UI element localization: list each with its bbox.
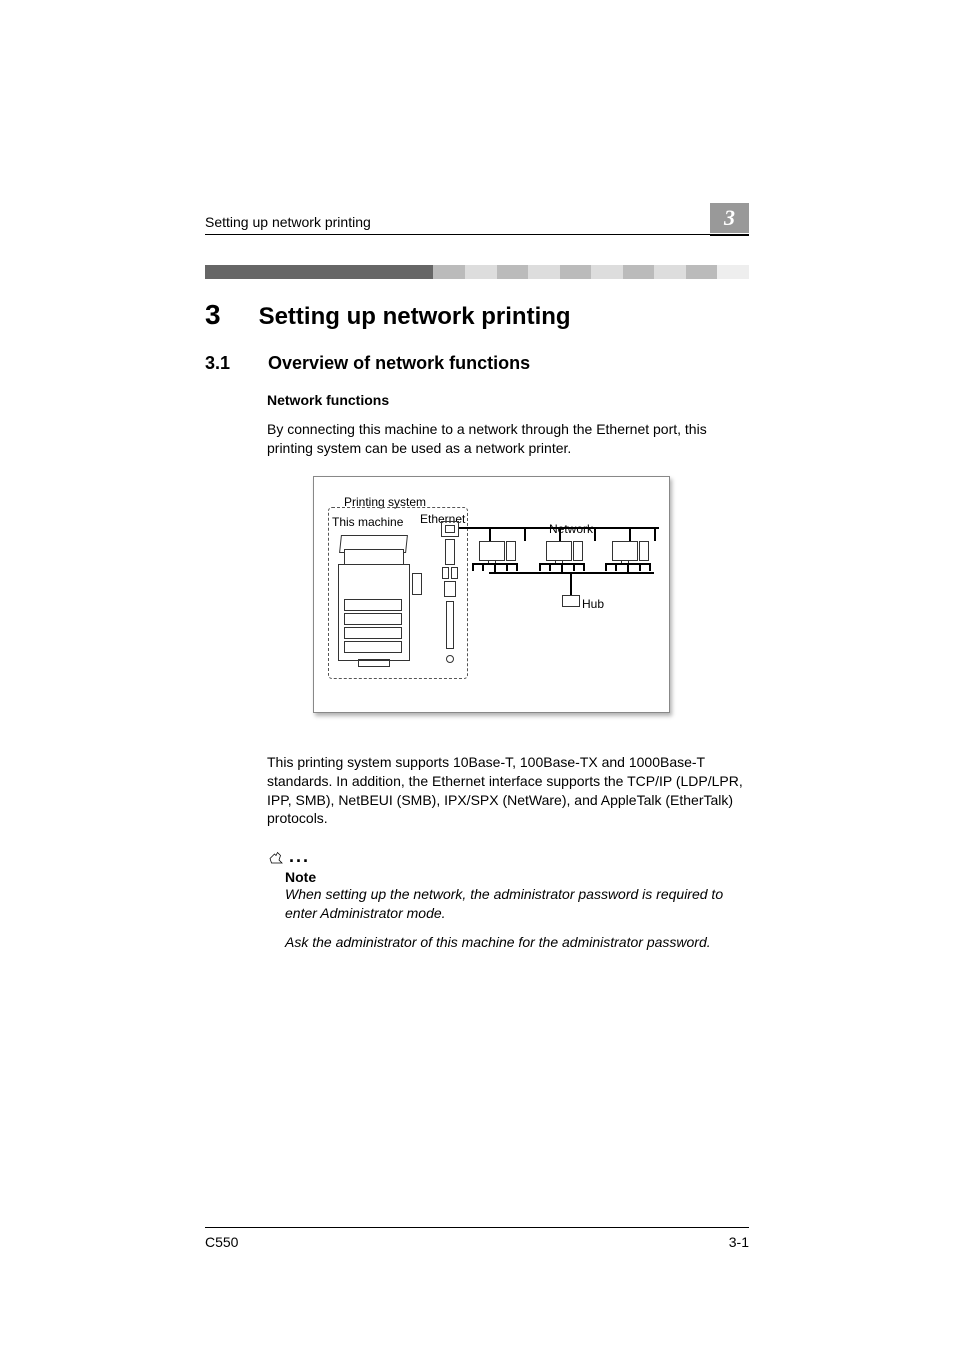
chapter-heading: 3 Setting up network printing — [205, 299, 749, 331]
chapter-title: Setting up network printing — [259, 303, 571, 331]
hub-icon — [562, 595, 580, 607]
chapter-number: 3 — [205, 299, 221, 331]
paragraph-intro: By connecting this machine to a network … — [267, 420, 749, 458]
computer-icon — [546, 541, 572, 561]
section-title: Overview of network functions — [268, 353, 530, 374]
chapter-badge: 3 — [710, 203, 749, 233]
network-diagram: Printing system This machine Ethernet Ne… — [313, 476, 670, 713]
page-footer: C550 3-1 — [205, 1227, 749, 1250]
subsection-title: Network functions — [267, 392, 749, 408]
computer-icon — [612, 541, 638, 561]
note-line-1: When setting up the network, the adminis… — [285, 885, 749, 923]
running-title: Setting up network printing — [205, 214, 371, 230]
paragraph-protocols: This printing system supports 10Base-T, … — [267, 753, 749, 829]
note-block: ... Note When setting up the network, th… — [267, 846, 749, 952]
decorative-bar — [205, 265, 749, 279]
note-dots: ... — [289, 846, 310, 867]
diagram-label-hub: Hub — [582, 597, 604, 611]
footer-model: C550 — [205, 1234, 238, 1250]
running-header: Setting up network printing 3 — [205, 200, 749, 235]
note-label: Note — [285, 869, 749, 885]
section-heading: 3.1 Overview of network functions — [205, 353, 749, 374]
note-hand-icon — [267, 848, 285, 866]
diagram-label-network: Network — [549, 522, 593, 536]
computer-icon — [479, 541, 505, 561]
printer-icon — [338, 529, 418, 669]
note-line-2: Ask the administrator of this machine fo… — [285, 933, 749, 952]
controller-icon — [440, 521, 460, 671]
section-number: 3.1 — [205, 353, 230, 374]
footer-page-number: 3-1 — [729, 1234, 749, 1250]
